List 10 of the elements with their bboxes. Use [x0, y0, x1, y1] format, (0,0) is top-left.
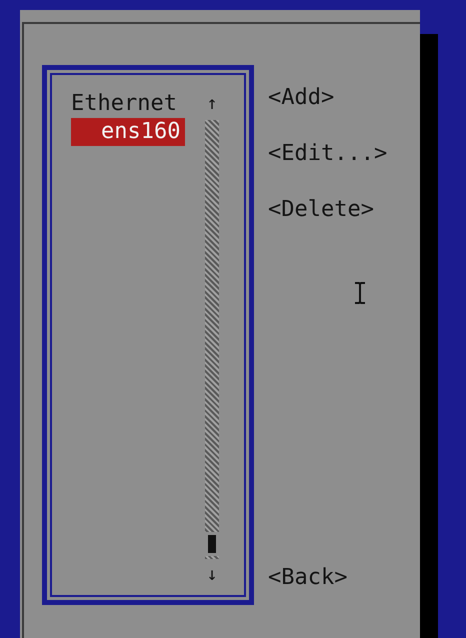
menu-button[interactable]: <Add> — [268, 83, 388, 111]
text-cursor-icon — [354, 282, 366, 304]
category-label: Ethernet — [71, 90, 178, 118]
scroll-up-arrow[interactable]: ↑ — [206, 90, 218, 118]
menu-button[interactable]: <Delete> — [268, 195, 388, 223]
menu-button[interactable]: <Back> — [268, 563, 388, 591]
menu-button[interactable]: <Edit...> — [268, 139, 388, 167]
scrollbar-thumb[interactable] — [208, 535, 216, 553]
connection-item[interactable]: ens160 — [71, 118, 185, 146]
scroll-down-arrow[interactable]: ↓ — [206, 561, 218, 589]
